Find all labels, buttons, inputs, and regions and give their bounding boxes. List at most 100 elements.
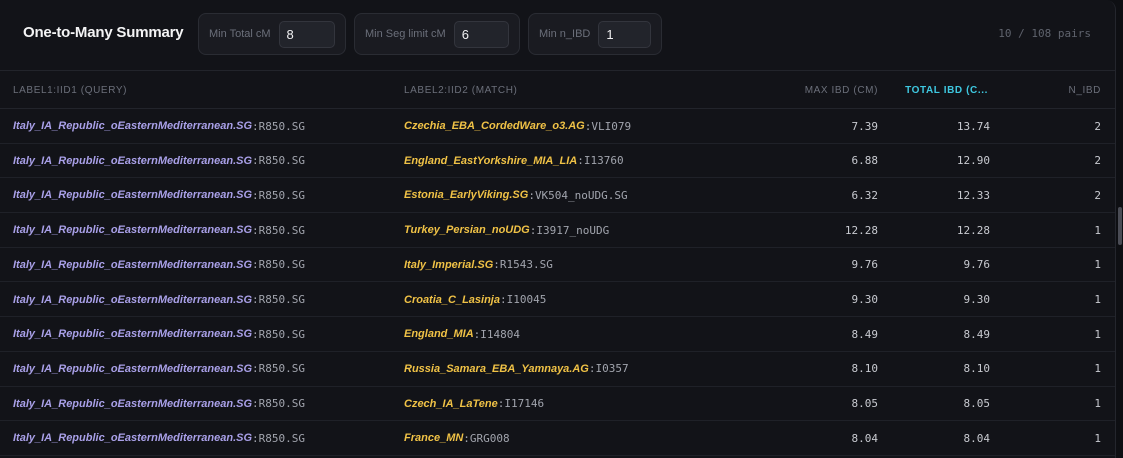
- total-ibd-value: 9.30: [963, 293, 991, 306]
- query-label: Italy_IA_Republic_oEasternMediterranean.…: [13, 432, 253, 445]
- match-label: Turkey_Persian_noUDG: [404, 224, 530, 237]
- table-row[interactable]: Italy_IA_Republic_oEasternMediterranean.…: [0, 387, 1115, 422]
- query-cell: Italy_IA_Republic_oEasternMediterranean.…: [13, 283, 305, 317]
- table-row[interactable]: Italy_IA_Republic_oEasternMediterranean.…: [0, 352, 1115, 387]
- query-cell: Italy_IA_Republic_oEasternMediterranean.…: [13, 387, 305, 421]
- scrollbar-thumb[interactable]: [1118, 207, 1122, 245]
- n-ibd-value: 2: [1094, 188, 1101, 202]
- label-separator: :: [252, 397, 259, 411]
- label-separator: :: [252, 223, 259, 237]
- column-header-label1[interactable]: LABEL1:IID1 (QUERY): [13, 85, 127, 96]
- max-ibd-value: 7.39: [851, 119, 879, 133]
- match-cell: Turkey_Persian_noUDG: I3917_noUDG: [404, 213, 609, 247]
- query-label: Italy_IA_Republic_oEasternMediterranean.…: [13, 362, 253, 375]
- one-to-many-summary-panel: One-to-Many Summary Min Total cM 8 Min S…: [0, 0, 1116, 458]
- total-ibd-value: 12.28: [956, 223, 990, 237]
- query-cell: Italy_IA_Republic_oEasternMediterranean.…: [13, 213, 305, 247]
- label-separator: :: [252, 293, 259, 306]
- n-ibd-value: 1: [1094, 293, 1101, 306]
- match-label: Croatia_C_Lasinja: [404, 293, 500, 306]
- max-ibd-value: 6.88: [851, 154, 879, 168]
- max-ibd-value: 9.76: [851, 258, 879, 272]
- table-row[interactable]: Italy_IA_Republic_oEasternMediterranean.…: [0, 317, 1115, 352]
- query-iid: R850.SG: [258, 293, 306, 306]
- table-row[interactable]: Italy_IA_Republic_oEasternMediterranean.…: [0, 178, 1115, 214]
- match-cell: England_EastYorkshire_MIA_LIA: I13760: [404, 144, 624, 178]
- match-iid: I13760: [583, 154, 624, 168]
- query-iid: R850.SG: [258, 258, 306, 272]
- query-label: Italy_IA_Republic_oEasternMediterranean.…: [13, 120, 253, 132]
- query-label: Italy_IA_Republic_oEasternMediterranean.…: [13, 258, 253, 271]
- match-iid: VLI079: [591, 119, 632, 133]
- table-row[interactable]: Italy_IA_Republic_oEasternMediterranean.…: [0, 144, 1115, 179]
- query-label: Italy_IA_Republic_oEasternMediterranean.…: [13, 397, 253, 410]
- label-separator: :: [584, 119, 592, 133]
- match-cell: Croatia_C_Lasinja: I10045: [404, 283, 546, 317]
- total-ibd-value: 8.10: [963, 362, 991, 376]
- match-iid: R1543.SG: [499, 258, 553, 272]
- total-ibd-value: 8.05: [963, 397, 991, 411]
- label-separator: :: [497, 397, 505, 411]
- column-header-total-ibd[interactable]: TOTAL IBD (C...: [905, 85, 988, 96]
- total-ibd-value: 8.49: [963, 327, 991, 341]
- total-ibd-value: 8.04: [963, 431, 991, 445]
- max-ibd-value: 8.04: [851, 431, 879, 445]
- match-cell: France_MN: GRG008: [404, 421, 510, 455]
- label-separator: :: [252, 119, 259, 133]
- match-iid: I10045: [506, 293, 547, 306]
- n-ibd-value: 1: [1094, 223, 1101, 237]
- pairs-count: 10 / 108 pairs: [998, 27, 1091, 40]
- label-separator: :: [493, 258, 500, 272]
- table-row[interactable]: Italy_IA_Republic_oEasternMediterranean.…: [0, 283, 1115, 318]
- label-separator: :: [252, 362, 259, 376]
- min-seg-limit-cm-input[interactable]: 6: [453, 20, 509, 48]
- query-cell: Italy_IA_Republic_oEasternMediterranean.…: [13, 352, 305, 386]
- match-cell: Estonia_EarlyViking.SG: VK504_noUDG.SG: [404, 178, 628, 212]
- total-ibd-value: 13.74: [956, 119, 990, 133]
- match-label: Italy_Imperial.SG: [404, 258, 494, 271]
- match-cell: Italy_Imperial.SG: R1543.SG: [404, 248, 553, 282]
- table-row[interactable]: Italy_IA_Republic_oEasternMediterranean.…: [0, 248, 1115, 283]
- label-separator: :: [463, 431, 470, 445]
- query-iid: R850.SG: [258, 223, 306, 237]
- min-total-cm-input[interactable]: 8: [278, 20, 335, 48]
- max-ibd-value: 8.49: [851, 327, 879, 341]
- min-n-ibd-input[interactable]: 1: [598, 20, 651, 48]
- match-label: France_MN: [404, 432, 464, 445]
- max-ibd-value: 12.28: [844, 223, 878, 237]
- label-separator: :: [252, 431, 259, 445]
- min-seg-limit-cm-filter: Min Seg limit cM 6: [354, 13, 520, 55]
- match-iid: I14804: [480, 327, 521, 341]
- table-row[interactable]: Italy_IA_Republic_oEasternMediterranean.…: [0, 213, 1115, 248]
- max-ibd-value: 9.30: [851, 293, 879, 306]
- total-ibd-value: 9.76: [963, 258, 991, 272]
- query-cell: Italy_IA_Republic_oEasternMediterranean.…: [13, 317, 305, 351]
- label-separator: :: [252, 327, 259, 341]
- max-ibd-value: 8.10: [851, 362, 879, 376]
- column-header-label2[interactable]: LABEL2:IID2 (MATCH): [404, 85, 517, 96]
- n-ibd-value: 1: [1094, 362, 1101, 376]
- summary-header: One-to-Many Summary Min Total cM 8 Min S…: [0, 0, 1115, 71]
- min-n-ibd-label: Min n_IBD: [539, 28, 591, 40]
- match-iid: I3917_noUDG: [536, 223, 610, 237]
- query-iid: R850.SG: [258, 362, 306, 376]
- match-iid: GRG008: [469, 431, 510, 445]
- match-cell: England_MIA: I14804: [404, 317, 520, 351]
- query-iid: R850.SG: [258, 327, 306, 341]
- match-iid: I0357: [595, 362, 629, 376]
- query-cell: Italy_IA_Republic_oEasternMediterranean.…: [13, 248, 305, 282]
- n-ibd-value: 1: [1094, 258, 1101, 272]
- match-cell: Russia_Samara_EBA_Yamnaya.AG: I0357: [404, 352, 629, 386]
- total-ibd-value: 12.90: [956, 154, 990, 168]
- column-header-max-ibd[interactable]: MAX IBD (CM): [805, 85, 878, 96]
- table-row[interactable]: Italy_IA_Republic_oEasternMediterranean.…: [0, 421, 1115, 456]
- min-total-cm-filter: Min Total cM 8: [198, 13, 346, 55]
- n-ibd-value: 1: [1094, 431, 1101, 445]
- label-separator: :: [252, 258, 259, 272]
- label-separator: :: [499, 293, 507, 306]
- match-label: England_EastYorkshire_MIA_LIA: [404, 154, 578, 167]
- table-row[interactable]: Italy_IA_Republic_oEasternMediterranean.…: [0, 109, 1115, 144]
- label-separator: :: [528, 188, 535, 202]
- column-header-n-ibd[interactable]: N_IBD: [1069, 85, 1101, 96]
- match-label: Russia_Samara_EBA_Yamnaya.AG: [404, 362, 589, 375]
